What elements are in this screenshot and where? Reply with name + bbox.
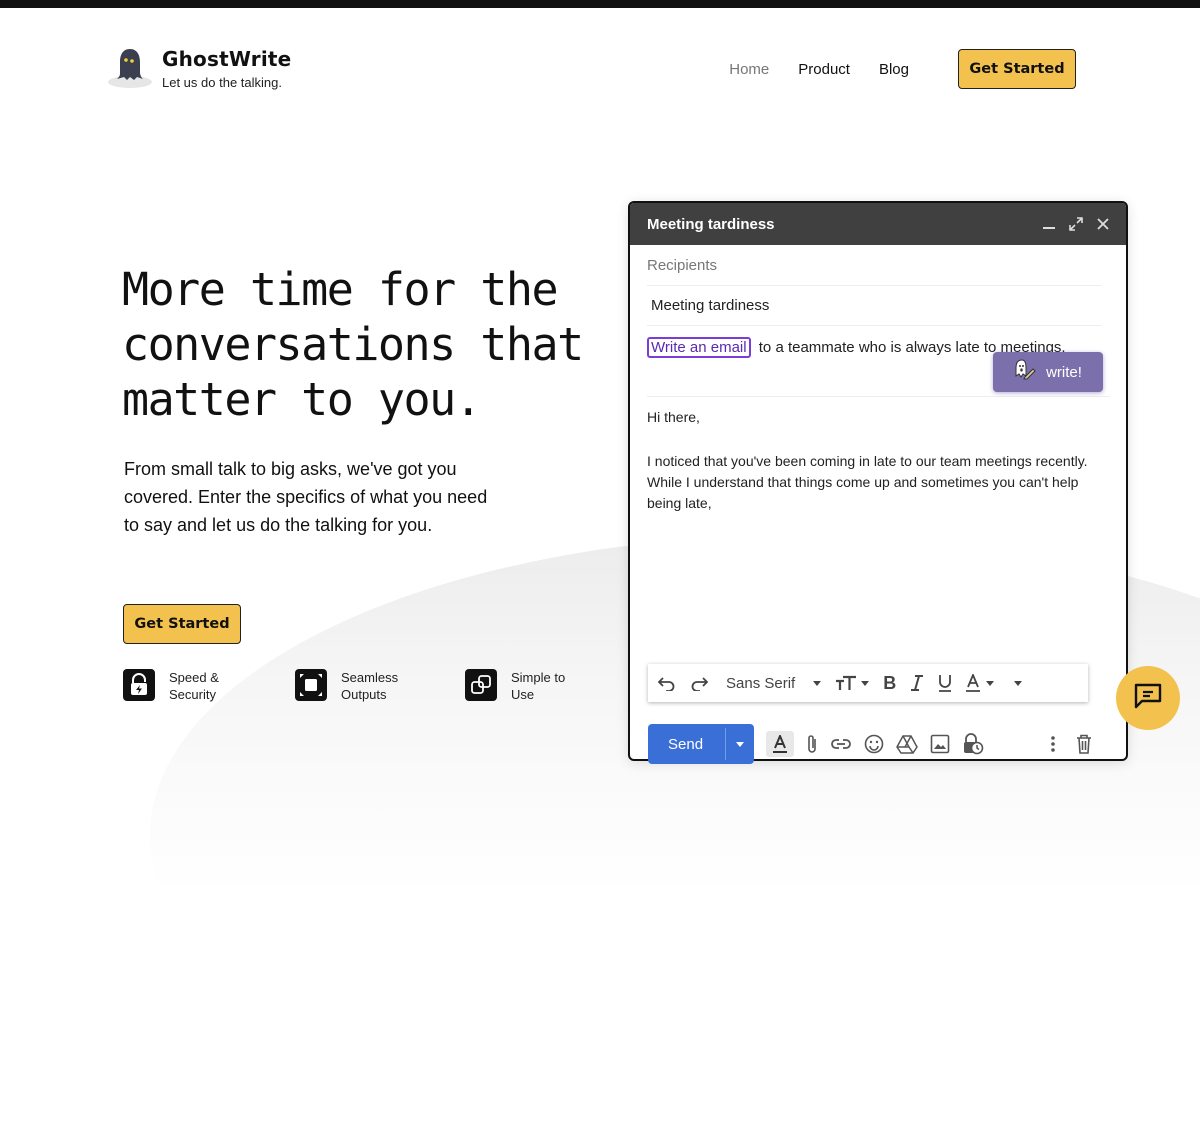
email-paragraph: Hi there, xyxy=(647,409,700,425)
attach-icon[interactable] xyxy=(806,734,818,754)
nav-product[interactable]: Product xyxy=(798,61,850,78)
chat-button[interactable] xyxy=(1116,666,1180,730)
emoji-icon[interactable] xyxy=(864,734,884,754)
feature-simple-to-use: Simple to Use xyxy=(465,669,591,703)
formatting-toolbar: Sans Serif B xyxy=(648,664,1088,702)
italic-icon[interactable] xyxy=(910,675,924,691)
chat-icon xyxy=(1133,682,1163,715)
insert-photo-icon[interactable] xyxy=(930,734,950,754)
ghost-logo-icon xyxy=(108,46,152,90)
redo-icon[interactable] xyxy=(690,675,708,691)
hero-description: From small talk to big asks, we've got y… xyxy=(124,459,488,535)
bold-icon[interactable]: B xyxy=(883,673,896,694)
more-options-icon[interactable] xyxy=(1050,735,1056,753)
subject-field[interactable]: Meeting tardiness xyxy=(647,286,1101,326)
link-icon[interactable] xyxy=(830,738,852,750)
send-options-icon[interactable] xyxy=(736,742,744,747)
ghost-pencil-icon xyxy=(1014,358,1036,387)
nav-get-started-button[interactable]: Get Started xyxy=(958,49,1076,89)
send-button[interactable]: Send xyxy=(648,724,754,764)
expand-icon[interactable] xyxy=(1069,217,1083,231)
text-size-icon[interactable] xyxy=(835,675,870,691)
write-button-label: write! xyxy=(1046,363,1082,381)
email-paragraph: I noticed that you've been coming in lat… xyxy=(647,453,1088,511)
more-formatting-icon[interactable] xyxy=(1014,680,1023,686)
feature-list: Speed & Security Seamless Outputs Simple… xyxy=(123,669,591,703)
lock-bolt-icon xyxy=(123,669,155,701)
font-name: Sans Serif xyxy=(726,674,796,692)
expand-square-icon xyxy=(295,669,327,701)
logo[interactable]: GhostWrite Let us do the talking. xyxy=(108,46,291,90)
hero-title-line: More time for the xyxy=(122,263,559,316)
brand-tagline: Let us do the talking. xyxy=(162,74,282,90)
minimize-icon[interactable] xyxy=(1043,218,1055,230)
nav-home[interactable]: Home xyxy=(729,61,769,78)
prompt-tag: Write an email xyxy=(647,337,751,358)
hero-title: More time for the conversations that mat… xyxy=(122,262,622,427)
trash-icon[interactable] xyxy=(1076,734,1092,754)
email-body[interactable]: Hi there, I noticed that you've been com… xyxy=(647,397,1109,514)
top-bar xyxy=(0,0,1200,8)
brand-name: GhostWrite xyxy=(162,46,292,71)
formatting-options-icon[interactable] xyxy=(766,731,794,757)
prompt-field[interactable]: Write an email to a teammate who is alwa… xyxy=(647,326,1110,397)
hero-title-line: conversations that xyxy=(122,318,584,371)
compose-header: Meeting tardiness xyxy=(630,203,1126,245)
undo-icon[interactable] xyxy=(658,675,676,691)
write-button[interactable]: write! xyxy=(993,352,1103,392)
underline-icon[interactable] xyxy=(938,674,952,692)
confidential-mode-icon[interactable] xyxy=(962,733,984,755)
chevron-down-icon xyxy=(813,680,822,686)
hero-get-started-button[interactable]: Get Started xyxy=(123,604,241,644)
compose-title: Meeting tardiness xyxy=(647,215,775,233)
feature-seamless-outputs: Seamless Outputs xyxy=(295,669,421,703)
hero-title-line: matter to you. xyxy=(122,373,482,426)
feature-label: Seamless Outputs xyxy=(341,670,399,702)
send-toolbar: Send xyxy=(648,724,1092,764)
nav-blog[interactable]: Blog xyxy=(879,61,909,78)
main-nav: Home Product Blog Get Started xyxy=(729,49,1076,89)
feature-label: Speed & Security xyxy=(169,670,219,702)
feature-speed-security: Speed & Security xyxy=(123,669,249,703)
drive-icon[interactable] xyxy=(896,734,918,754)
feature-label: Simple to Use xyxy=(511,670,566,702)
text-color-icon[interactable] xyxy=(966,674,995,692)
close-icon[interactable] xyxy=(1097,218,1109,230)
font-select[interactable]: Sans Serif xyxy=(726,674,822,692)
overlap-squares-icon xyxy=(465,669,497,701)
recipients-field[interactable]: Recipients xyxy=(647,245,1101,286)
